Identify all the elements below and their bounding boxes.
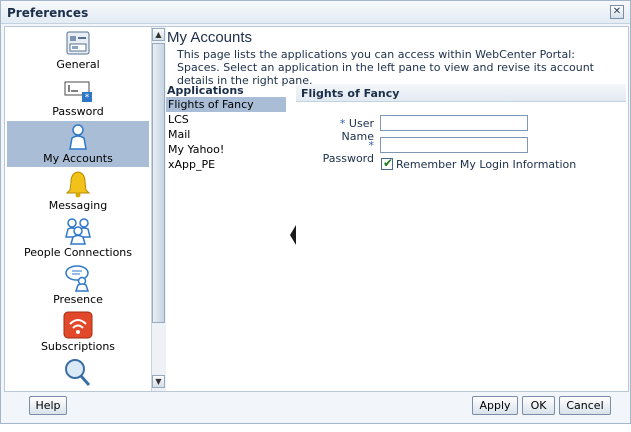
scroll-up-icon[interactable]: ▲ (152, 28, 165, 41)
password-input[interactable] (380, 137, 528, 153)
search-icon (65, 359, 91, 386)
nav-label: Subscriptions (40, 340, 116, 353)
help-button[interactable]: Help (29, 396, 67, 415)
page-title: My Accounts (167, 29, 253, 46)
presence-icon (65, 265, 90, 292)
nav-label: My Accounts (43, 152, 113, 165)
application-item[interactable]: xApp_PE (166, 157, 286, 172)
dialog-title: Preferences (7, 6, 89, 20)
svg-text:*: * (85, 93, 90, 103)
account-detail-pane: Flights of Fancy * User Name * Password … (296, 84, 626, 384)
dialog-body: General * Password My Accounts Messaging… (4, 26, 629, 392)
detail-header: Flights of Fancy (296, 84, 626, 102)
scroll-down-icon[interactable]: ▼ (152, 375, 165, 388)
checkmark-icon: ✔ (383, 156, 394, 170)
nav-item-general[interactable]: General (7, 27, 149, 73)
nav-item-messaging[interactable]: Messaging (7, 168, 149, 214)
detail-title: Flights of Fancy (301, 87, 400, 100)
applications-header: Applications (167, 84, 244, 97)
preferences-dialog: Preferences ✕ General * Password My Acco… (0, 0, 631, 424)
password-icon: * (64, 81, 92, 103)
remember-login-label: Remember My Login Information (396, 158, 577, 171)
general-icon (66, 31, 90, 55)
nav-item-presence[interactable]: Presence (7, 262, 149, 308)
user-icon (69, 124, 87, 150)
apply-button[interactable]: Apply (472, 396, 518, 415)
application-item[interactable]: LCS (166, 112, 286, 127)
nav-label: General (56, 58, 100, 71)
dialog-titlebar: Preferences ✕ (1, 1, 630, 24)
required-marker: * (339, 117, 346, 130)
nav-scrollbar[interactable]: ▲ ▼ (151, 27, 166, 391)
nav-item-password[interactable]: * Password (7, 74, 149, 120)
remember-login-checkbox[interactable]: ✔ (381, 156, 394, 170)
nav-label: Messaging (48, 199, 108, 212)
cancel-button[interactable]: Cancel (559, 396, 611, 415)
subscriptions-icon (63, 311, 93, 339)
required-marker: * (368, 139, 375, 152)
nav-item-search[interactable] (7, 356, 149, 391)
close-icon[interactable]: ✕ (610, 5, 624, 19)
nav-label: Password (52, 105, 104, 118)
nav-item-people-connections[interactable]: People Connections (7, 215, 149, 261)
preferences-nav: General * Password My Accounts Messaging… (5, 27, 150, 391)
application-item[interactable]: Flights of Fancy (166, 97, 286, 112)
nav-item-subscriptions[interactable]: Subscriptions (7, 309, 149, 355)
application-item[interactable]: My Yahoo! (166, 142, 286, 157)
people-icon (65, 218, 91, 245)
nav-label: People Connections (23, 246, 132, 259)
password-label: * Password (314, 139, 374, 165)
scroll-thumb[interactable] (152, 43, 165, 323)
application-item[interactable]: Mail (166, 127, 286, 142)
ok-button[interactable]: OK (522, 396, 555, 415)
password-label-text: Password (322, 152, 374, 165)
bell-icon (65, 171, 91, 198)
page-description: This page lists the applications you can… (177, 48, 594, 87)
my-accounts-panel: My Accounts This page lists the applicat… (165, 27, 628, 391)
nav-item-my-accounts[interactable]: My Accounts (7, 121, 149, 167)
user-name-input[interactable] (380, 115, 528, 131)
nav-label: Presence (53, 293, 103, 306)
